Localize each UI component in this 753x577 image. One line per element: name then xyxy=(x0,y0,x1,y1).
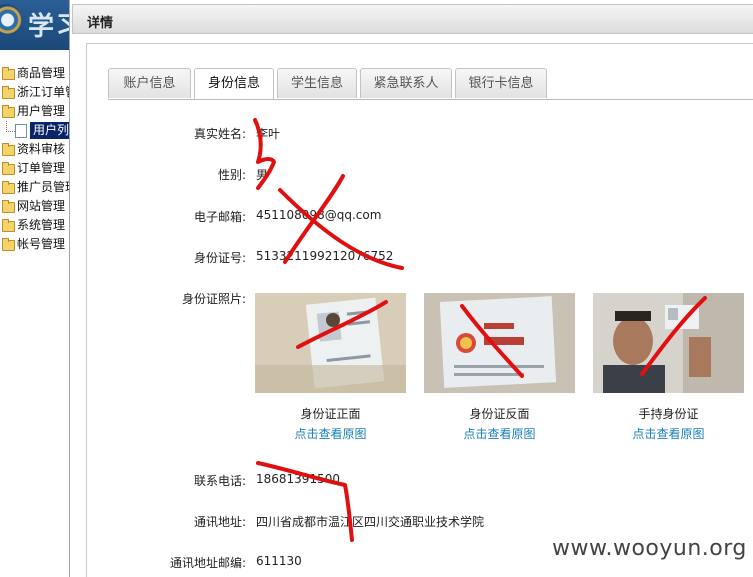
name-label: 真实姓名: xyxy=(193,127,246,141)
tab-bank-card-info[interactable]: 银行卡信息 xyxy=(455,68,547,98)
id-back-image xyxy=(424,293,575,393)
panel-title: 详情 xyxy=(87,16,114,31)
folder-icon xyxy=(2,200,15,213)
id-front-caption: 身份证正面 xyxy=(300,407,361,421)
logo-text: 学习 xyxy=(28,12,69,42)
id-back-photo[interactable] xyxy=(424,293,575,393)
sidebar-item-accounts[interactable]: 帐号管理 xyxy=(0,235,69,254)
sidebar-item-label: 网站管理 xyxy=(17,199,66,213)
sidebar-item-label: 浙江订单管 xyxy=(17,85,69,99)
folder-icon xyxy=(2,238,15,251)
sidebar-item-label: 推广员管理 xyxy=(17,180,69,194)
holding-id-caption: 手持身份证 xyxy=(638,407,699,421)
watermark-text: www.wooyun.org xyxy=(548,536,751,561)
id-number-label: 身份证号: xyxy=(193,251,246,265)
logo-mark-icon xyxy=(0,4,22,36)
sidebar-item-label: 系统管理 xyxy=(17,218,66,232)
sidebar-item-users[interactable]: 用户管理 xyxy=(0,102,69,121)
sidebar-item-promoters[interactable]: 推广员管理 xyxy=(0,178,69,197)
page-icon xyxy=(15,124,27,138)
tab-underline xyxy=(108,99,753,100)
id-photos-label: 身份证照片: xyxy=(181,292,246,306)
sidebar-item-review[interactable]: 资料审核 xyxy=(0,140,69,159)
email-value: 451108098@qq.com xyxy=(256,208,382,222)
tab-bar: 账户信息 身份信息 学生信息 紧急联系人 银行卡信息 xyxy=(108,68,753,100)
folder-icon xyxy=(2,105,15,118)
postcode-value: 611130 xyxy=(256,554,302,568)
sidebar-subitem-user-list[interactable]: 用户列 xyxy=(0,121,69,140)
postcode-label: 通讯地址邮编: xyxy=(169,556,246,570)
folder-icon xyxy=(2,67,15,80)
id-front-view-original-link[interactable]: 点击查看原图 xyxy=(255,425,406,442)
sidebar-item-label: 资料审核 xyxy=(17,142,66,156)
sidebar-item-label: 商品管理 xyxy=(17,66,66,80)
folder-icon xyxy=(2,181,15,194)
phone-value: 18681391500 xyxy=(256,472,340,486)
holding-id-photo[interactable] xyxy=(593,293,744,393)
address-value: 四川省成都市温江区四川交通职业技术学院 xyxy=(256,515,485,529)
sidebar-item-label: 订单管理 xyxy=(17,161,66,175)
address-label: 通讯地址: xyxy=(193,515,246,529)
sidebar-item-website[interactable]: 网站管理 xyxy=(0,197,69,216)
sidebar-item-orders[interactable]: 订单管理 xyxy=(0,159,69,178)
sidebar-item-zhejiang-orders[interactable]: 浙江订单管 xyxy=(0,83,69,102)
folder-icon xyxy=(2,219,15,232)
app-logo: 学习 xyxy=(0,0,69,50)
id-back-caption: 身份证反面 xyxy=(469,407,530,421)
sidebar-item-products[interactable]: 商品管理 xyxy=(0,64,69,83)
email-label: 电子邮箱: xyxy=(193,210,246,224)
id-number-value: 513321199212076752 xyxy=(256,249,394,263)
gender-label: 性别: xyxy=(217,168,246,182)
name-value: 李叶 xyxy=(256,127,281,141)
tab-emergency-contact[interactable]: 紧急联系人 xyxy=(360,68,452,98)
nav-tree: 商品管理 浙江订单管 用户管理 用户列 资料审核 订单管理 推广员管理 xyxy=(0,64,69,254)
sidebar: 学习 商品管理 浙江订单管 用户管理 用户列 资料审核 订单管理 xyxy=(0,0,70,577)
sidebar-subitem-label: 用户列 xyxy=(30,122,69,139)
holding-id-view-original-link[interactable]: 点击查看原图 xyxy=(593,425,744,442)
holding-id-image xyxy=(593,293,744,393)
sidebar-item-label: 用户管理 xyxy=(17,104,66,118)
phone-label: 联系电话: xyxy=(193,474,246,488)
tab-account-info[interactable]: 账户信息 xyxy=(108,68,191,98)
sidebar-item-system[interactable]: 系统管理 xyxy=(0,216,69,235)
sidebar-item-label: 帐号管理 xyxy=(17,237,66,251)
panel-header: 详情 xyxy=(72,4,753,34)
folder-icon xyxy=(2,143,15,156)
id-front-image xyxy=(255,293,406,393)
tab-identity-info[interactable]: 身份信息 xyxy=(194,68,274,100)
tree-connector xyxy=(6,121,15,132)
folder-icon xyxy=(2,162,15,175)
tab-student-info[interactable]: 学生信息 xyxy=(277,68,357,98)
id-back-view-original-link[interactable]: 点击查看原图 xyxy=(424,425,575,442)
gender-value: 男 xyxy=(256,168,269,182)
folder-icon xyxy=(2,86,15,99)
id-front-photo[interactable] xyxy=(255,293,406,393)
